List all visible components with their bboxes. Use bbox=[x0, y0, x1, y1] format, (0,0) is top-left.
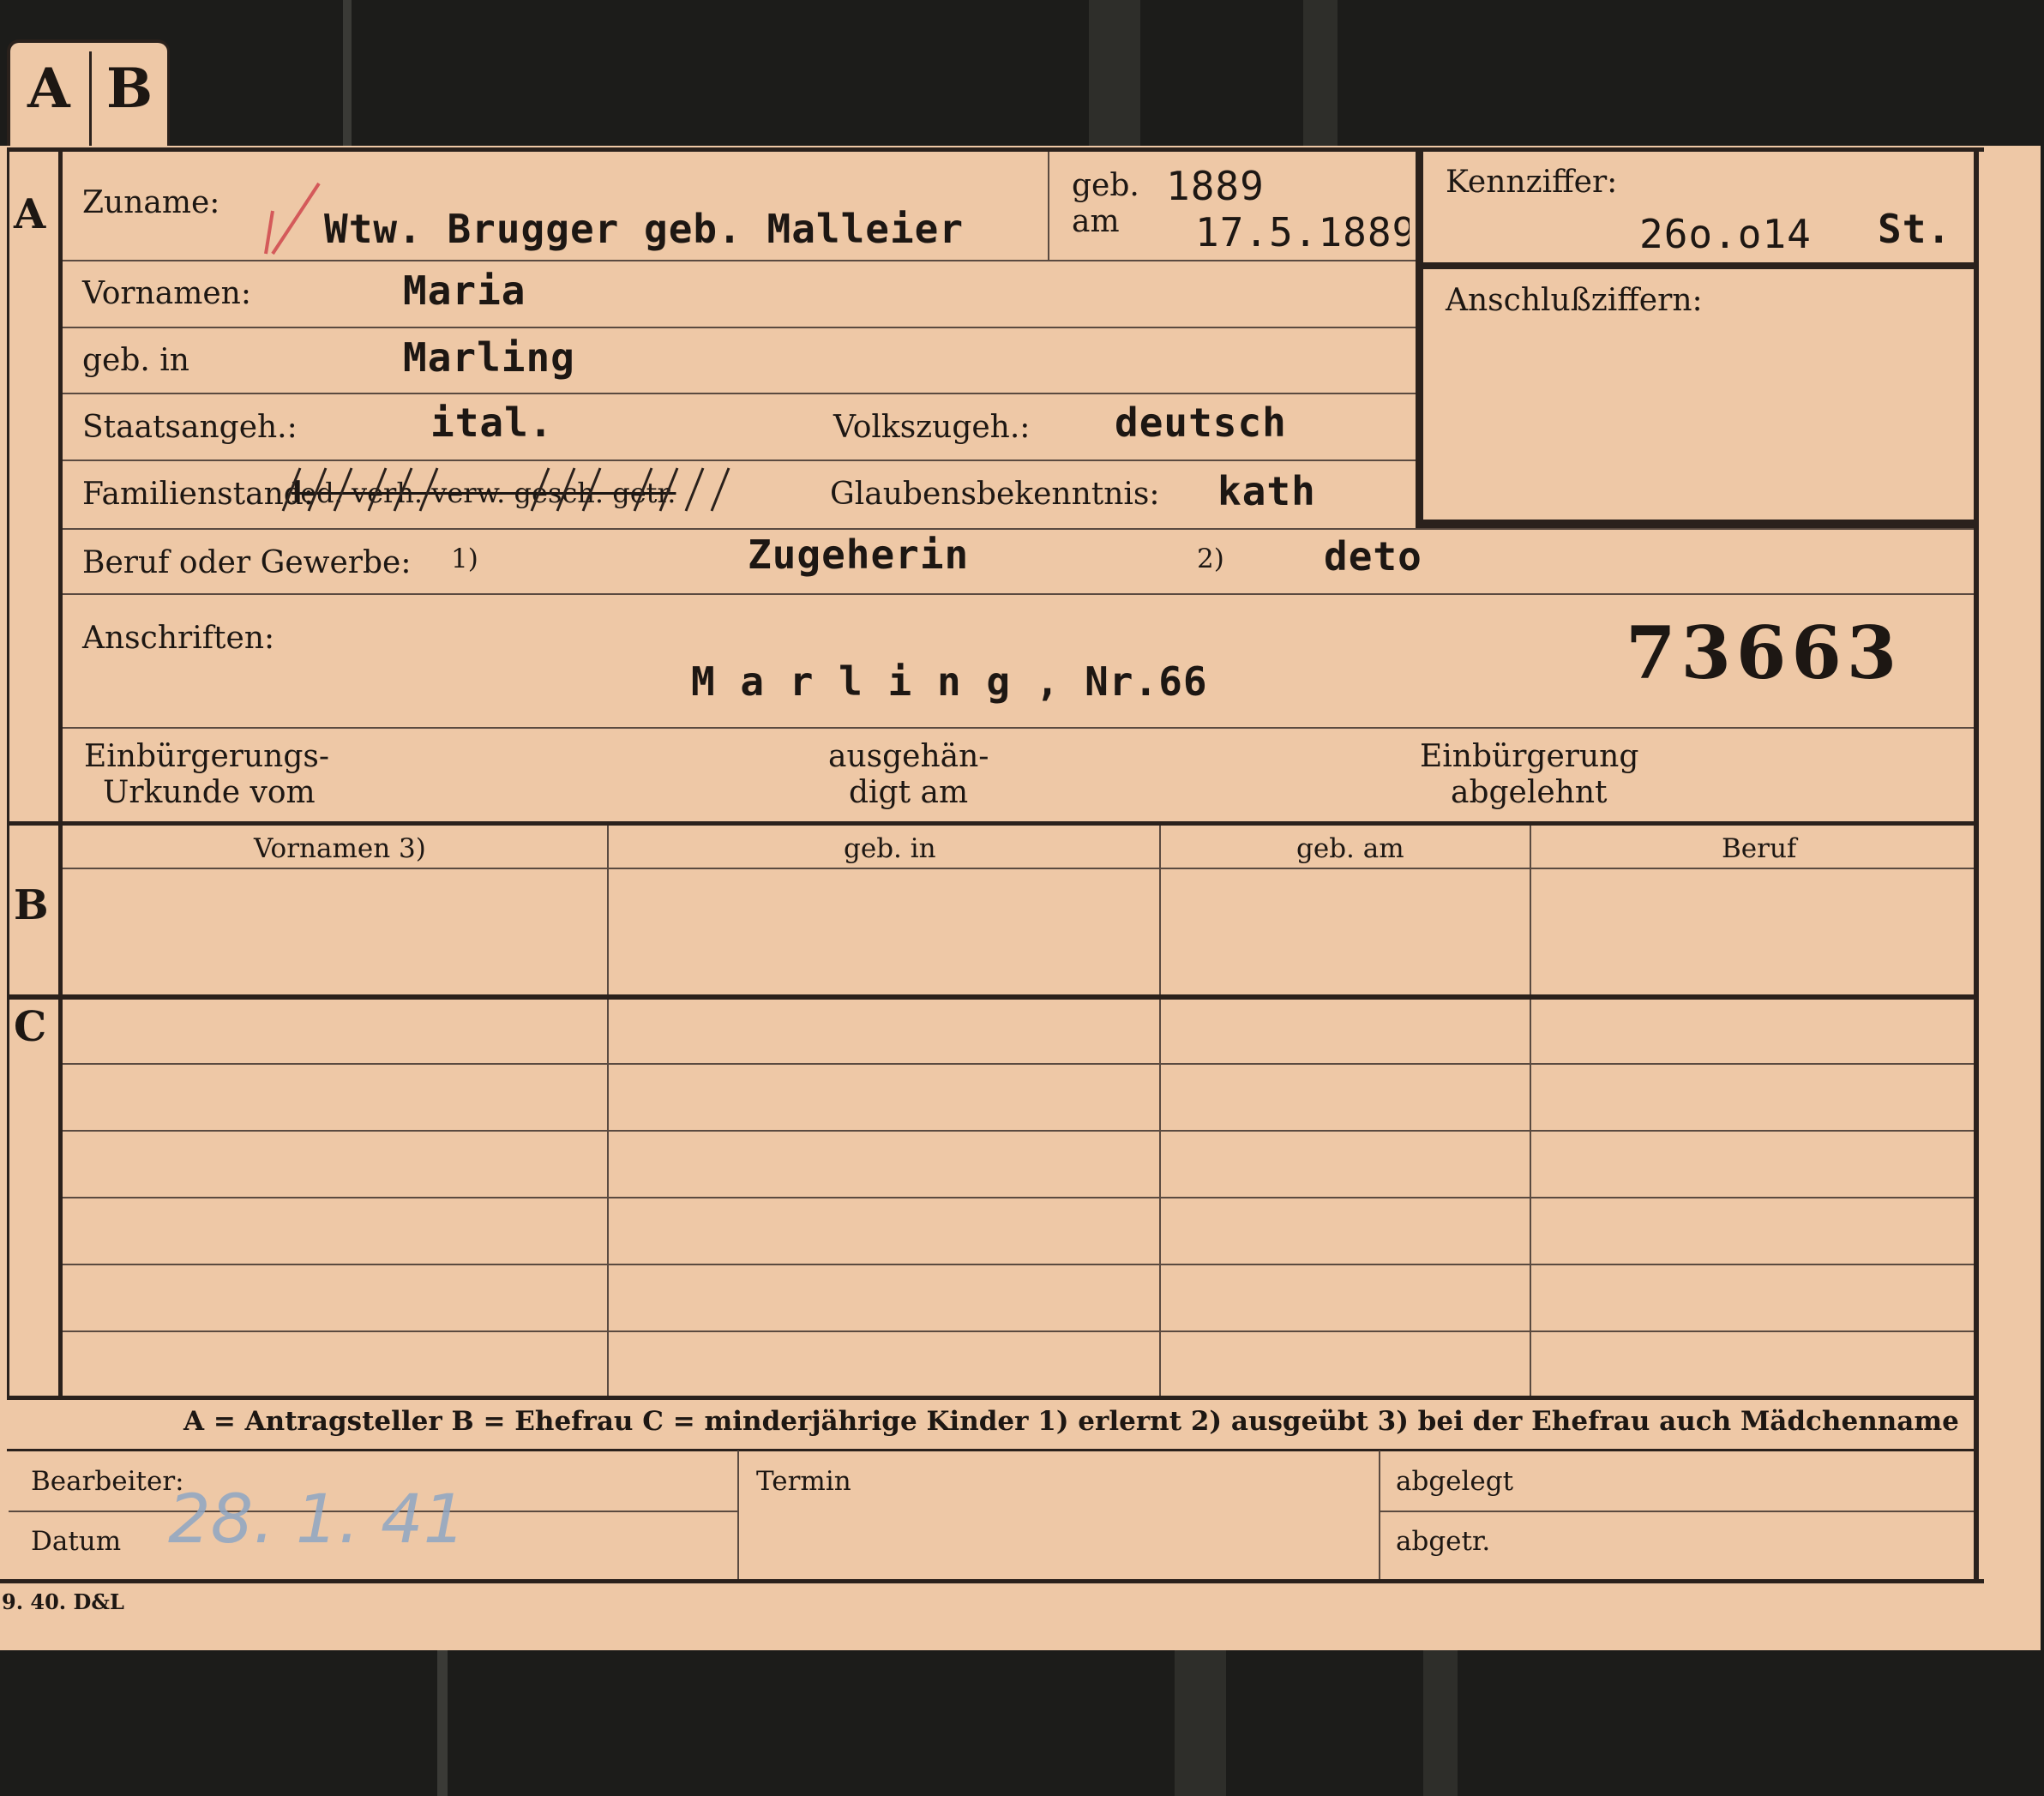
value-zuname: Wtw. Brugger geb. Malleier bbox=[324, 206, 965, 252]
divider-geb bbox=[1048, 152, 1049, 261]
scan-shadow bbox=[437, 1650, 448, 1796]
table-column-divider bbox=[1159, 826, 1161, 1396]
table-c-row-line bbox=[63, 1063, 1974, 1065]
table-c-row-line bbox=[63, 1330, 1974, 1332]
value-vornamen: Maria bbox=[403, 267, 526, 314]
label-ausgehaendigt-1: ausgehän- bbox=[828, 739, 989, 774]
frame-bottom bbox=[0, 1579, 1984, 1583]
value-beruf-erlernt: Zugeherin bbox=[748, 532, 970, 578]
value-geb-in: Marling bbox=[403, 334, 575, 381]
value-geb-date: 17.5.1889 bbox=[1195, 209, 1410, 255]
footer-line bbox=[1380, 1511, 1974, 1512]
printer-mark: 9. 40. D&L bbox=[2, 1589, 124, 1614]
value-datum-handwritten: 28. 1. 41 bbox=[168, 1481, 466, 1559]
table-b-header-vornamen: Vornamen 3) bbox=[254, 833, 426, 864]
footnote-1: 1) bbox=[451, 544, 478, 574]
row-line bbox=[63, 727, 1974, 729]
row-line bbox=[63, 327, 1416, 328]
value-volkszugeh: deutsch bbox=[1115, 399, 1287, 446]
label-anschriften: Anschriften: bbox=[82, 621, 275, 656]
label-einbuergerung-abgelehnt-1: Einbürgerung bbox=[1420, 739, 1639, 774]
legend-text: A = Antragsteller B = Ehefrau C = minder… bbox=[183, 1406, 1959, 1437]
table-c-row-line bbox=[63, 1197, 1974, 1198]
label-vornamen: Vornamen: bbox=[82, 276, 251, 311]
legend-bottom-line bbox=[7, 1449, 1974, 1451]
card-tab: A B bbox=[7, 39, 170, 154]
table-b-header-geb-am: geb. am bbox=[1296, 833, 1404, 864]
scan-shadow bbox=[1423, 1650, 1458, 1796]
tab-letter-a: A bbox=[27, 57, 70, 121]
table-c-row-line bbox=[63, 1264, 1974, 1265]
label-anschlussziffern: Anschlußziffern: bbox=[1446, 283, 1703, 318]
row-line bbox=[63, 528, 1974, 530]
label-kennziffer: Kennziffer: bbox=[1446, 165, 1618, 200]
table-b-header-geb-in: geb. in bbox=[844, 833, 936, 864]
value-kennziffer: 26o.o14 bbox=[1639, 211, 1812, 257]
table-column-divider bbox=[1530, 826, 1531, 1396]
scan-shadow bbox=[1175, 1650, 1226, 1796]
label-volkszugeh: Volkszugeh.: bbox=[833, 410, 1031, 445]
value-beruf-ausgeuebt: deto bbox=[1324, 533, 1422, 580]
check-mark-icon bbox=[264, 182, 321, 255]
table-c-row-line bbox=[63, 1130, 1974, 1132]
label-geb-year: geb. bbox=[1072, 168, 1139, 203]
section-b-marker: B bbox=[14, 881, 49, 929]
section-ab-divider bbox=[7, 821, 1974, 826]
kennziffer-box-bottom bbox=[1423, 520, 1974, 528]
value-kennziffer-suffix: St. bbox=[1878, 206, 1952, 252]
label-bearbeiter: Bearbeiter: bbox=[31, 1466, 184, 1497]
frame-left bbox=[7, 147, 9, 1397]
row-line bbox=[63, 593, 1974, 595]
kennziffer-box-divider bbox=[1423, 262, 1974, 269]
footer-divider bbox=[737, 1451, 739, 1579]
section-column-divider bbox=[58, 147, 63, 1397]
label-am: am bbox=[1072, 204, 1120, 239]
section-a-marker: A bbox=[14, 190, 46, 238]
label-termin: Termin bbox=[756, 1466, 851, 1497]
kennziffer-box-left bbox=[1416, 152, 1423, 529]
frame-top bbox=[7, 147, 1984, 152]
label-glaubensbekenntnis: Glaubensbekenntnis: bbox=[830, 477, 1160, 512]
value-staatsangeh: ital. bbox=[430, 399, 554, 446]
label-einbuergerung-abgelehnt-2: abgelehnt bbox=[1451, 775, 1608, 810]
label-staatsangeh: Staatsangeh.: bbox=[82, 410, 298, 445]
strike-marks bbox=[281, 467, 730, 512]
tab-divider bbox=[89, 51, 92, 146]
stamp-number: 73663 bbox=[1626, 610, 1903, 695]
table-column-divider bbox=[607, 826, 609, 1396]
scan-shadow bbox=[1089, 0, 1140, 146]
value-geb-year: 1889 bbox=[1166, 163, 1265, 209]
label-einbuergerung-urkunde-2: Urkunde vom bbox=[103, 775, 316, 810]
legend-top-line bbox=[7, 1396, 1974, 1400]
scan-shadow bbox=[1303, 0, 1338, 146]
label-abgetr: abgetr. bbox=[1396, 1526, 1491, 1557]
footnote-2: 2) bbox=[1197, 544, 1224, 574]
tab-letter-b: B bbox=[106, 57, 153, 121]
label-datum: Datum bbox=[31, 1526, 122, 1557]
value-glaubensbekenntnis: kath bbox=[1217, 468, 1316, 514]
value-anschrift: M a r l i n g , Nr.66 bbox=[691, 658, 1208, 705]
table-b-header-line bbox=[63, 868, 1974, 869]
section-bc-divider bbox=[7, 994, 1974, 1000]
label-zuname: Zuname: bbox=[82, 185, 220, 220]
label-ausgehaendigt-2: digt am bbox=[849, 775, 969, 810]
row-line bbox=[63, 393, 1416, 394]
footer-divider bbox=[1379, 1451, 1380, 1579]
frame-right bbox=[1974, 147, 1979, 1583]
scan-shadow bbox=[343, 0, 352, 146]
label-abgelegt: abgelegt bbox=[1396, 1466, 1514, 1497]
label-geb-in: geb. in bbox=[82, 343, 189, 378]
table-b-header-beruf: Beruf bbox=[1722, 833, 1797, 864]
section-c-marker: C bbox=[14, 1003, 47, 1051]
label-beruf: Beruf oder Gewerbe: bbox=[82, 545, 412, 580]
label-einbuergerung-urkunde-1: Einbürgerungs- bbox=[84, 739, 330, 774]
